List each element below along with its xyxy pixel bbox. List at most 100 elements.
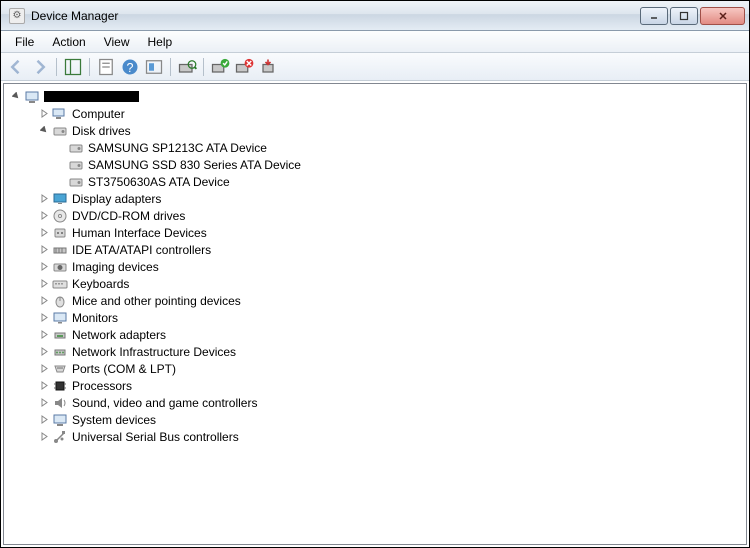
category-netinfra[interactable]: Network Infrastructure Devices	[4, 343, 746, 360]
collapse-icon[interactable]	[8, 89, 24, 105]
category-ports[interactable]: Ports (COM & LPT)	[4, 360, 746, 377]
label: Network Infrastructure Devices	[72, 345, 236, 359]
label: System devices	[72, 413, 156, 427]
back-button[interactable]	[5, 56, 27, 78]
menu-help[interactable]: Help	[140, 33, 181, 51]
monitor-icon	[52, 310, 68, 326]
titlebar[interactable]: ⚙ Device Manager	[1, 1, 749, 31]
usb-icon	[52, 429, 68, 445]
cpu-icon	[52, 378, 68, 394]
sound-icon	[52, 395, 68, 411]
label: Keyboards	[72, 277, 129, 291]
label: Display adapters	[72, 192, 161, 206]
show-hide-tree-button[interactable]	[62, 56, 84, 78]
dvd-icon	[52, 208, 68, 224]
expand-icon[interactable]	[36, 412, 52, 428]
category-sound[interactable]: Sound, video and game controllers	[4, 394, 746, 411]
keyboard-icon	[52, 276, 68, 292]
expand-icon[interactable]	[36, 208, 52, 224]
app-icon: ⚙	[9, 8, 25, 24]
forward-button[interactable]	[29, 56, 51, 78]
category-network[interactable]: Network adapters	[4, 326, 746, 343]
expand-icon[interactable]	[36, 276, 52, 292]
ports-icon	[52, 361, 68, 377]
label: Human Interface Devices	[72, 226, 207, 240]
system-icon	[52, 412, 68, 428]
category-monitors[interactable]: Monitors	[4, 309, 746, 326]
expand-icon[interactable]	[36, 327, 52, 343]
label: Universal Serial Bus controllers	[72, 430, 239, 444]
label: Disk drives	[72, 124, 131, 138]
minimize-button[interactable]	[640, 7, 668, 25]
ide-icon	[52, 242, 68, 258]
device-tree-panel[interactable]: Computer Disk drives SAMSUNG SP1213C ATA…	[3, 83, 747, 545]
label: Computer	[72, 107, 125, 121]
scan-hardware-button[interactable]	[176, 56, 198, 78]
category-processors[interactable]: Processors	[4, 377, 746, 394]
expand-icon[interactable]	[36, 242, 52, 258]
label: Imaging devices	[72, 260, 159, 274]
computer-icon	[24, 89, 40, 105]
category-system[interactable]: System devices	[4, 411, 746, 428]
category-mice[interactable]: Mice and other pointing devices	[4, 292, 746, 309]
help-button[interactable]: ?	[119, 56, 141, 78]
category-hid[interactable]: Human Interface Devices	[4, 224, 746, 241]
menubar: File Action View Help	[1, 31, 749, 53]
disk-icon	[68, 157, 84, 173]
window-title: Device Manager	[31, 9, 640, 23]
expand-icon[interactable]	[36, 378, 52, 394]
expand-icon[interactable]	[36, 429, 52, 445]
category-imaging[interactable]: Imaging devices	[4, 258, 746, 275]
expand-icon[interactable]	[36, 395, 52, 411]
category-computer[interactable]: Computer	[4, 105, 746, 122]
disk-icon	[68, 140, 84, 156]
device-drive2[interactable]: SAMSUNG SSD 830 Series ATA Device	[4, 156, 746, 173]
label: ST3750630AS ATA Device	[88, 175, 230, 189]
expand-icon[interactable]	[36, 344, 52, 360]
device-drive3[interactable]: ST3750630AS ATA Device	[4, 173, 746, 190]
tree-root[interactable]	[4, 88, 746, 105]
expand-icon[interactable]	[36, 106, 52, 122]
category-disk-drives[interactable]: Disk drives	[4, 122, 746, 139]
category-usb[interactable]: Universal Serial Bus controllers	[4, 428, 746, 445]
label: Network adapters	[72, 328, 166, 342]
uninstall-button[interactable]	[257, 56, 279, 78]
expand-icon[interactable]	[36, 225, 52, 241]
label: SAMSUNG SP1213C ATA Device	[88, 141, 267, 155]
close-button[interactable]	[700, 7, 745, 25]
category-dvd[interactable]: DVD/CD-ROM drives	[4, 207, 746, 224]
computer-name-redacted	[44, 91, 139, 102]
display-icon	[52, 191, 68, 207]
category-keyboards[interactable]: Keyboards	[4, 275, 746, 292]
svg-text:?: ?	[127, 61, 134, 75]
mouse-icon	[52, 293, 68, 309]
label: DVD/CD-ROM drives	[72, 209, 185, 223]
enable-button[interactable]	[209, 56, 231, 78]
maximize-button[interactable]	[670, 7, 698, 25]
menu-action[interactable]: Action	[44, 33, 93, 51]
disk-icon	[68, 174, 84, 190]
network-icon	[52, 327, 68, 343]
action-button[interactable]	[143, 56, 165, 78]
menu-file[interactable]: File	[7, 33, 42, 51]
label: Sound, video and game controllers	[72, 396, 257, 410]
label: SAMSUNG SSD 830 Series ATA Device	[88, 158, 301, 172]
hid-icon	[52, 225, 68, 241]
computer-category-icon	[52, 106, 68, 122]
expand-icon[interactable]	[36, 361, 52, 377]
imaging-icon	[52, 259, 68, 275]
expand-icon[interactable]	[36, 293, 52, 309]
menu-view[interactable]: View	[96, 33, 138, 51]
expand-icon[interactable]	[36, 259, 52, 275]
collapse-icon[interactable]	[36, 123, 52, 139]
label: Processors	[72, 379, 132, 393]
disable-button[interactable]	[233, 56, 255, 78]
properties-button[interactable]	[95, 56, 117, 78]
device-drive1[interactable]: SAMSUNG SP1213C ATA Device	[4, 139, 746, 156]
label: Monitors	[72, 311, 118, 325]
category-display[interactable]: Display adapters	[4, 190, 746, 207]
category-ide[interactable]: IDE ATA/ATAPI controllers	[4, 241, 746, 258]
label: Ports (COM & LPT)	[72, 362, 176, 376]
expand-icon[interactable]	[36, 191, 52, 207]
expand-icon[interactable]	[36, 310, 52, 326]
